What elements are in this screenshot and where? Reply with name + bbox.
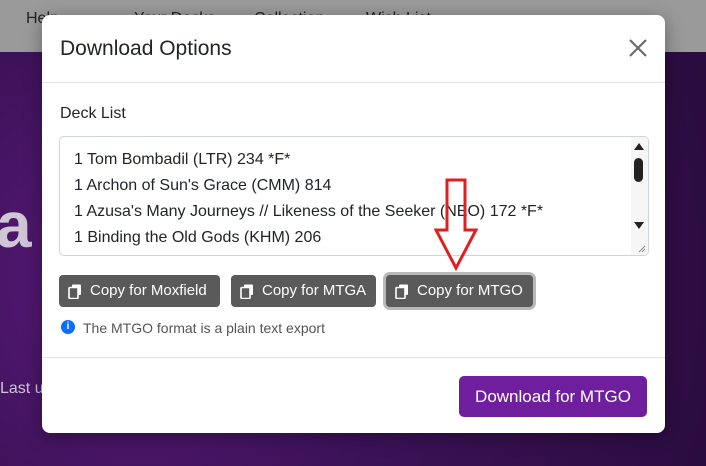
- deck-list-label: Deck List: [60, 105, 126, 122]
- close-button[interactable]: [627, 37, 649, 59]
- background-last-updated: Last u: [0, 380, 44, 397]
- resize-handle-icon[interactable]: [638, 245, 646, 253]
- deck-list-scrollbar[interactable]: [631, 137, 648, 255]
- modal-header: Download Options: [42, 15, 665, 83]
- scroll-up-icon[interactable]: [634, 143, 644, 150]
- copy-for-moxfield-button[interactable]: Copy for Moxfield: [59, 275, 220, 307]
- copy-for-mtgo-button[interactable]: Copy for MTGO: [386, 275, 533, 307]
- copy-for-moxfield-label: Copy for Moxfield: [90, 282, 207, 299]
- deck-list-textarea[interactable]: 1 Tom Bombadil (LTR) 234 *F* 1 Archon of…: [59, 136, 649, 256]
- background-hero-text: a: [0, 189, 32, 261]
- copy-icon: [395, 284, 408, 299]
- close-icon: [629, 39, 647, 57]
- copy-for-mtgo-label: Copy for MTGO: [417, 282, 523, 299]
- annotation-arrow-icon: [434, 178, 478, 272]
- scroll-thumb[interactable]: [634, 158, 643, 182]
- format-info-text: The MTGO format is a plain text export: [83, 320, 325, 336]
- info-icon: i: [61, 320, 75, 334]
- copy-for-mtga-button[interactable]: Copy for MTGA: [231, 275, 376, 307]
- download-for-mtgo-button[interactable]: Download for MTGO: [459, 376, 647, 417]
- copy-icon: [68, 284, 81, 299]
- modal-title: Download Options: [60, 37, 232, 60]
- deck-line: 1 Tom Bombadil (LTR) 234 *F*: [74, 151, 291, 168]
- copy-icon: [240, 284, 253, 299]
- download-options-modal: Download Options Deck List 1 Tom Bombadi…: [42, 15, 665, 433]
- modal-footer-divider: [42, 357, 665, 358]
- scroll-down-icon[interactable]: [634, 222, 644, 229]
- copy-for-mtga-label: Copy for MTGA: [262, 282, 367, 299]
